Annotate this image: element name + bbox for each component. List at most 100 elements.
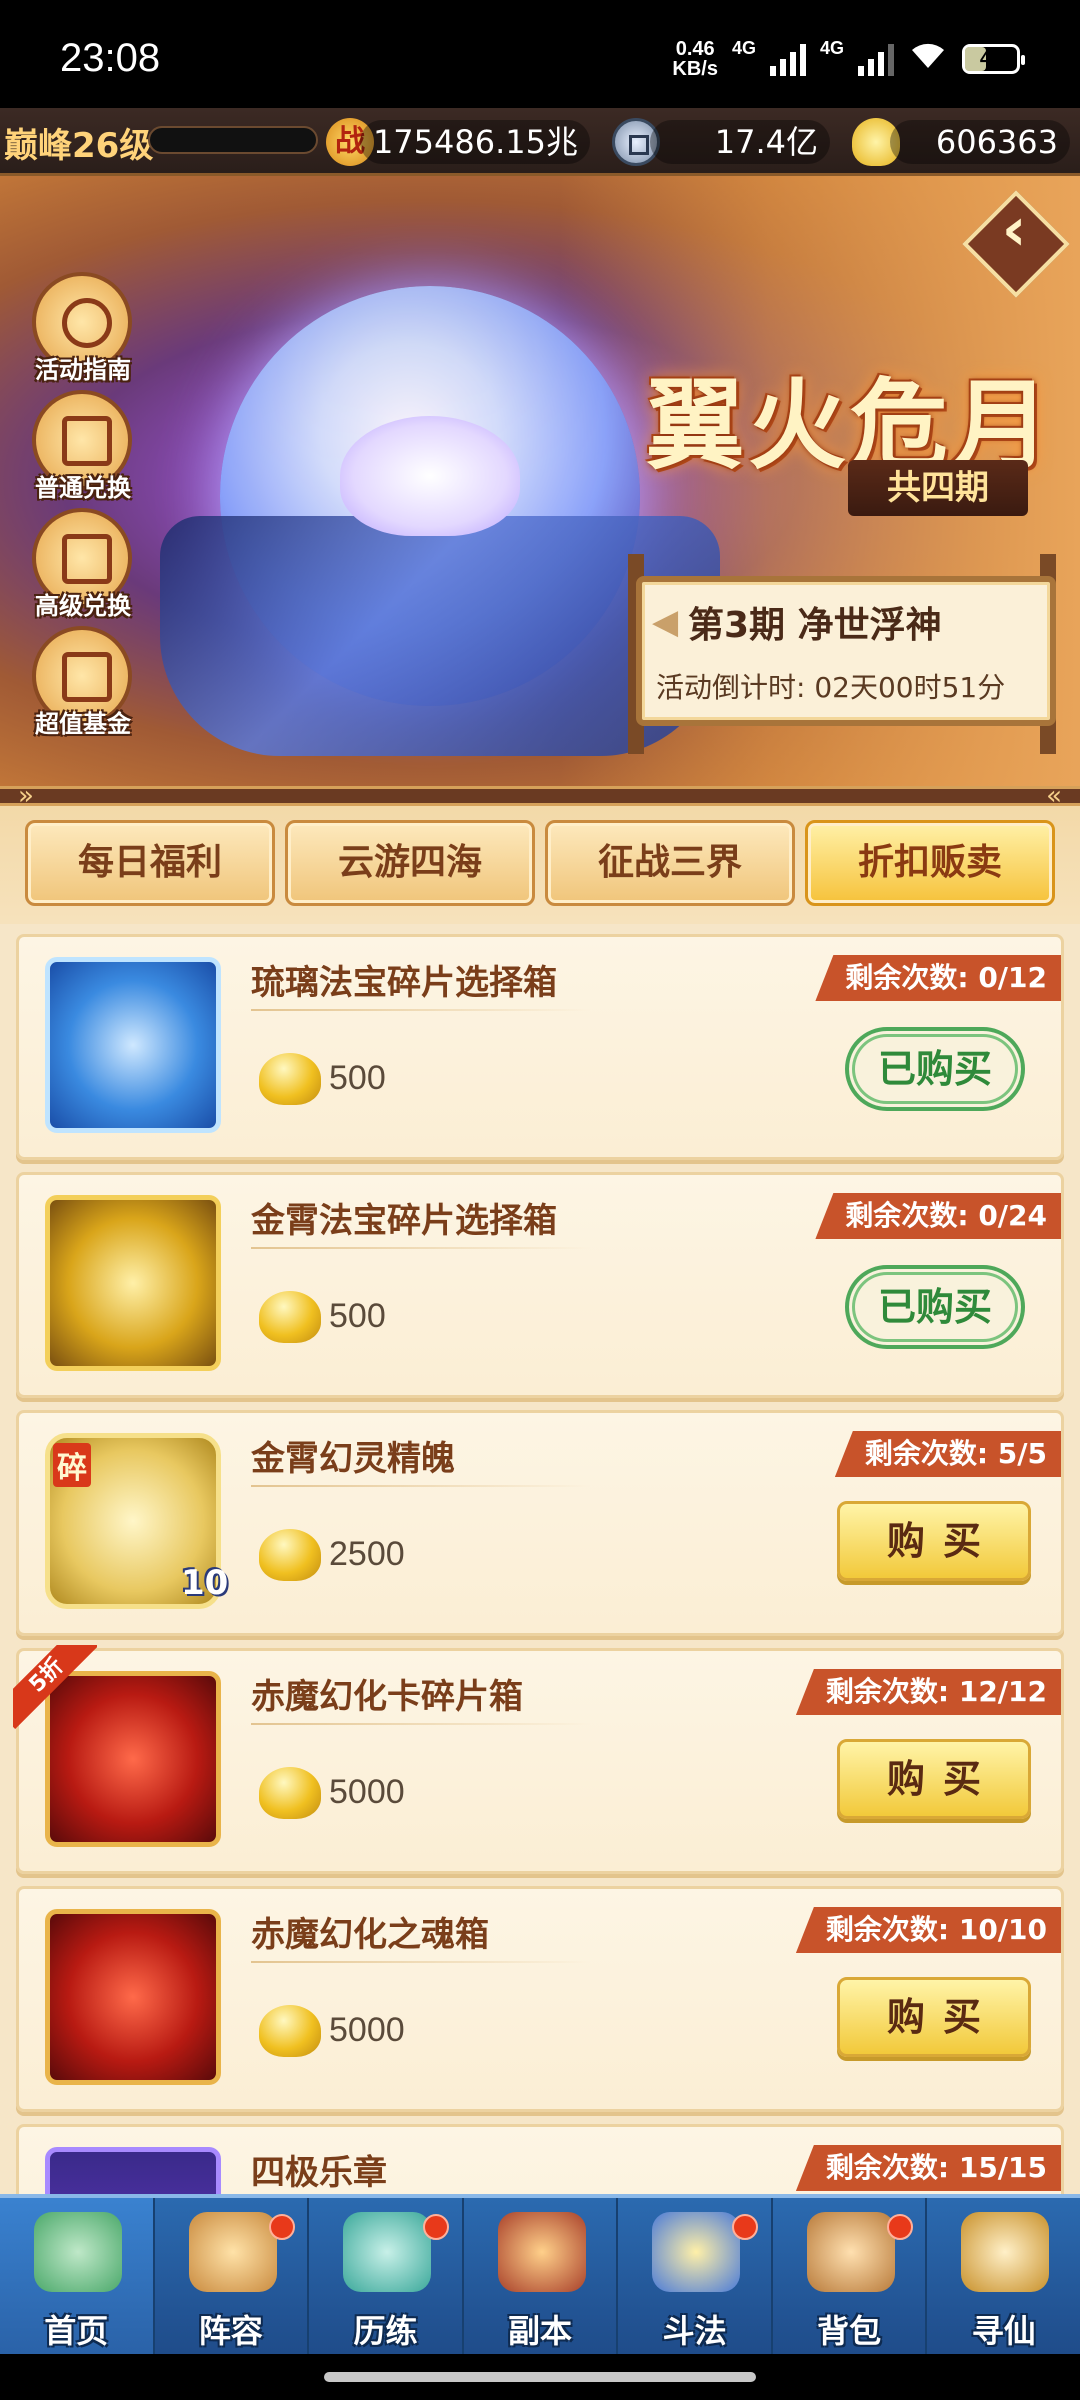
remaining-count: 剩余次数: 0/24 [815,1193,1061,1239]
lotus-image [340,416,520,536]
nav-training[interactable]: 历练 [309,2198,464,2354]
item-name: 琉璃法宝碎片选择箱 [251,963,557,1003]
gate-icon [497,2212,586,2292]
scroll-icon [961,2212,1050,2292]
discount-ribbon: 5折 [13,1645,97,1729]
remaining-count: 剩余次数: 12/12 [795,1669,1061,1715]
gold-chest-icon[interactable] [45,1195,221,1371]
notification-dot [732,2214,759,2240]
nav-dungeon[interactable]: 副本 [464,2198,619,2354]
item-price: 500 [329,1297,386,1335]
list-item: 金霄法宝碎片选择箱 500 剩余次数: 0/24 已购买 [16,1172,1064,1398]
wifi-icon [908,38,948,79]
item-name: 金霄法宝碎片选择箱 [251,1201,557,1241]
item-name: 金霄幻灵精魄 [251,1439,455,1479]
side-menu: 活动指南 普通兑换 高级兑换 超值基金 [28,272,138,744]
purchased-button[interactable]: 已购买 [845,1027,1025,1111]
nav-bag[interactable]: 背包 [773,2198,928,2354]
battery-icon: 41 [962,43,1025,74]
notification-dot [268,2214,295,2240]
event-banner: 翼火危月 共四期 ◀ 第3期 净世浮神 活动倒计时: 02天00时51分 活动指… [0,176,1080,786]
remaining-count: 剩余次数: 10/10 [795,1907,1061,1953]
banner-divider [0,781,1080,811]
bottom-nav: 首页 阵容 历练 副本 斗法 背包 寻仙 [0,2194,1080,2354]
divider-line [251,1723,591,1725]
battle-power-value: 175486.15兆 [360,120,590,164]
purple-item-icon[interactable] [45,2147,221,2194]
resource-bar: 巅峰26级 战 175486.15兆 17.4亿 606363 [0,108,1080,176]
tab-bar: 每日福利 云游四海 征战三界 折扣贩卖 [0,806,1080,924]
tab-discount-sale[interactable]: 折扣贩卖 [805,820,1055,906]
remaining-count: 剩余次数: 15/15 [795,2145,1061,2191]
side-item-fund[interactable]: 超值基金 [28,626,138,744]
cards-icon [188,2212,277,2292]
item-price: 500 [329,1059,386,1097]
network-type-2: 4G [819,38,844,58]
shield-icon [652,2212,741,2292]
item-price: 5000 [329,2011,405,2049]
event-countdown: 活动倒计时: 02天00时51分 [656,671,1006,704]
gourd-icon [343,2212,432,2292]
item-name: 赤魔幻化之魂箱 [251,1915,489,1955]
fragment-count: 10 [181,1563,229,1603]
status-icons: 0.46 KB/s 4G 4G 41 [672,37,1025,80]
nav-duel[interactable]: 斗法 [618,2198,773,2354]
item-name: 赤魔幻化卡碎片箱 [251,1677,523,1717]
tab-travel[interactable]: 云游四海 [285,820,535,906]
gold-ingot-icon [259,2005,321,2057]
buy-button[interactable]: 购买 [837,1501,1031,1581]
status-time: 23:08 [60,36,161,80]
coin-value: 17.4亿 [650,120,830,164]
side-item-advanced-exchange[interactable]: 高级兑换 [28,508,138,626]
glass-chest-icon[interactable] [45,957,221,1133]
list-item: 赤魔幻化之魂箱 5000 剩余次数: 10/10 购买 [16,1886,1064,2112]
purchased-button[interactable]: 已购买 [845,1265,1025,1349]
event-subtitle: 共四期 [848,460,1028,516]
side-item-normal-exchange[interactable]: 普通兑换 [28,390,138,508]
exp-bar [148,126,318,154]
divider-line [251,1485,591,1487]
item-name: 四极乐章 [251,2153,387,2193]
tab-conquest[interactable]: 征战三界 [545,820,795,906]
period-title: 第3期 净世浮神 [688,605,942,646]
divider-line [251,1961,591,1963]
fragment-tag: 碎 [53,1443,91,1487]
buy-button[interactable]: 购买 [837,1977,1031,2057]
gold-ingot-icon [259,1291,321,1343]
prev-period-icon[interactable]: ◀ [652,602,678,642]
nav-home[interactable]: 首页 [0,2198,155,2354]
ingot-value: 606363 [890,120,1070,164]
list-item: 四极乐章 剩余次数: 15/15 [16,2124,1064,2194]
gold-ingot-icon [259,1053,321,1105]
signal-icon [769,42,806,76]
nav-seek-immortal[interactable]: 寻仙 [927,2198,1080,2354]
list-item: 碎 10 金霄幻灵精魄 2500 剩余次数: 5/5 购买 [16,1410,1064,1636]
gold-ingot-icon [259,1529,321,1581]
remaining-count: 剩余次数: 5/5 [834,1431,1061,1477]
bag-icon [806,2212,895,2292]
home-indicator[interactable] [0,2354,1080,2400]
list-item: 琉璃法宝碎片选择箱 500 剩余次数: 0/12 已购买 [16,934,1064,1160]
flame-chest-icon[interactable] [45,1909,221,2085]
buy-button[interactable]: 购买 [837,1739,1031,1819]
list-item: 5折 赤魔幻化卡碎片箱 5000 剩余次数: 12/12 购买 [13,1645,1064,1874]
gold-ingot-icon [259,1767,321,1819]
notification-dot [423,2214,450,2240]
divider-line [251,1247,591,1249]
divider-line [251,1009,591,1011]
nav-lineup[interactable]: 阵容 [155,2198,310,2354]
network-speed: 0.46 KB/s [672,37,718,80]
item-price: 5000 [329,1773,405,1811]
remaining-count: 剩余次数: 0/12 [815,955,1061,1001]
item-price: 2500 [329,1535,405,1573]
network-type-1: 4G [731,38,756,58]
home-island-icon [34,2212,122,2292]
period-board[interactable]: ◀ 第3期 净世浮神 活动倒计时: 02天00时51分 [636,576,1056,726]
status-bar: 23:08 0.46 KB/s 4G 4G 41 [0,0,1080,108]
notification-dot [886,2214,913,2240]
tab-daily-welfare[interactable]: 每日福利 [25,820,275,906]
player-level: 巅峰26级 [4,126,154,166]
side-item-guide[interactable]: 活动指南 [28,272,138,390]
signal-icon-2 [858,42,894,76]
item-list[interactable]: 琉璃法宝碎片选择箱 500 剩余次数: 0/12 已购买 金霄法宝碎片选择箱 5… [0,924,1080,2194]
